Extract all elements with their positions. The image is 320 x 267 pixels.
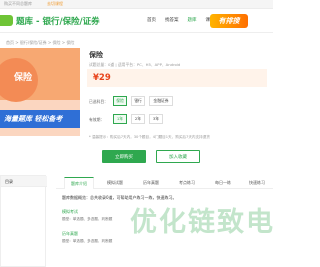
cover-title: 保险 [14, 73, 33, 83]
nav-find-answer[interactable]: 找答案 [165, 17, 179, 23]
site-header: 题库 - 银行/保险/证券 首页 找答案 题库 课程 APP 有排搜 [0, 9, 273, 33]
type-option-insurance[interactable]: 保险 [113, 96, 127, 106]
tab-intro[interactable]: 题库介绍 [64, 177, 94, 189]
brand-badge[interactable]: 有排搜 [210, 14, 248, 28]
product-price: ¥29 [93, 73, 111, 83]
tab-topic-practice[interactable]: 考点练习 [172, 177, 202, 189]
topbar-link[interactable]: 去切课程 [47, 1, 63, 7]
catalog-title: 目录 [5, 179, 13, 184]
add-favorite-button[interactable]: 加入收藏 [156, 150, 200, 163]
purchase-note: * 温馨提示：购买后7天内，30个题目，4门题目1天，购买后7天内支持退货 [89, 135, 210, 139]
nav-question-bank[interactable]: 题库 [188, 17, 197, 23]
catalog-header: 目录 [1, 176, 47, 187]
section-title-past[interactable]: 历年真题 [62, 231, 78, 237]
tab-mock-exam[interactable]: 模拟试题 [100, 177, 130, 189]
product-cover: 保险 海量题库 轻松备考 [0, 48, 80, 136]
cover-slogan: 海量题库 轻松备考 [4, 115, 63, 123]
tab-past-exams[interactable]: 历年真题 [136, 177, 166, 189]
section-title-mock[interactable]: 模拟考试 [62, 209, 78, 215]
section-meta-mock: 题型：单选题、多选题、判断题 [62, 217, 113, 221]
term-option-2y[interactable]: 2年 [131, 114, 145, 124]
product-title: 保险 [89, 51, 103, 59]
term-option-1y[interactable]: 1年 [113, 114, 127, 124]
tab-daily-practice[interactable]: 每日一练 [208, 177, 238, 189]
logo-icon[interactable] [0, 15, 13, 26]
section-meta-past: 题型：单选题、多选题、判断题 [62, 239, 113, 243]
watermark: 优化链致电 [130, 207, 275, 238]
type-option-securities[interactable]: 金融证券 [149, 96, 173, 106]
buy-now-button[interactable]: 立即购买 [102, 150, 146, 163]
nav-home[interactable]: 首页 [147, 17, 156, 23]
type-label: 已选科目： [89, 99, 108, 104]
brand-badge-label: 有排搜 [218, 17, 240, 25]
term-label: 有效期： [89, 117, 105, 122]
tab-quick-practice[interactable]: 快速练习 [242, 177, 272, 189]
top-bar: 购买不同总题库 去切课程 [0, 0, 273, 9]
price-box: ¥29 [87, 69, 267, 87]
term-option-3y[interactable]: 3年 [149, 114, 163, 124]
type-option-bank[interactable]: 银行 [131, 96, 145, 106]
site-title[interactable]: 题库 - 银行/保险/证券 [16, 15, 100, 27]
breadcrumb[interactable]: 首页 > 银行/保险/证券 > 保险 > 保险 [6, 40, 74, 46]
detail-tabs: 题库介绍 模拟试题 历年真题 考点练习 每日一练 快速练习 [56, 177, 273, 189]
product-meta: 试题总量：0道 | 适用平台：PC、H5、APP、Android [89, 62, 181, 67]
topbar-text: 购买不同总题库 [4, 1, 32, 6]
catalog-sidebar: 目录 [0, 175, 47, 267]
